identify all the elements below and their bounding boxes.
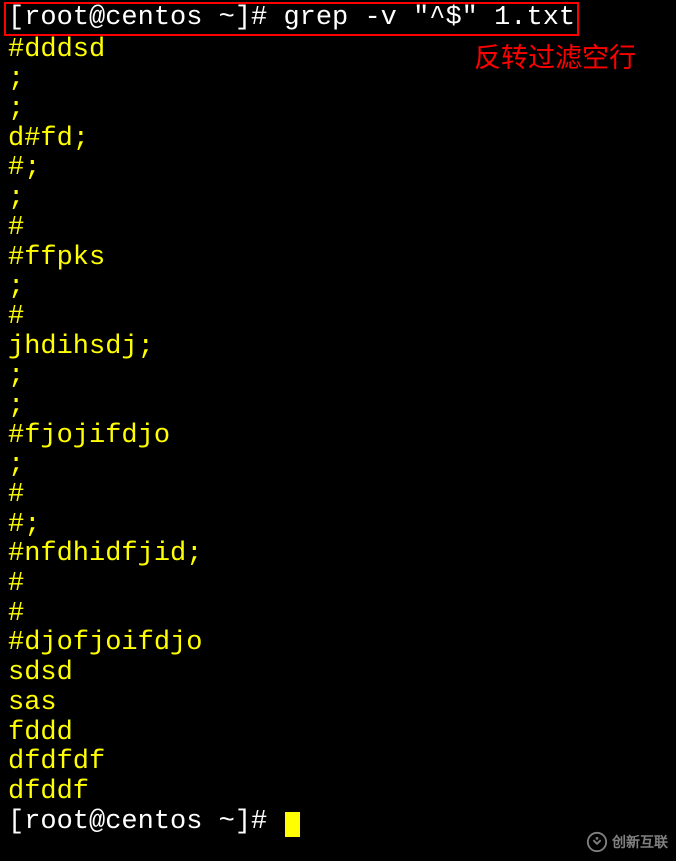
command-text: grep -v "^$" 1.txt (283, 3, 575, 33)
watermark: 创新互联 (586, 831, 668, 853)
output-line: sas (8, 689, 668, 719)
output-line: ; (8, 95, 668, 125)
watermark-icon (586, 831, 608, 853)
output-line: #; (8, 511, 668, 541)
output-line: dfdfdf (8, 748, 668, 778)
terminal-output: #dddsd;;d#fd;#;;##ffpks;#jhdihsdj;;;#fjo… (8, 36, 668, 808)
output-line: dfddf (8, 778, 668, 808)
output-line: # (8, 303, 668, 333)
output-line: #nfdhidfjid; (8, 540, 668, 570)
output-line: # (8, 570, 668, 600)
output-line: d#fd; (8, 125, 668, 155)
output-line: # (8, 600, 668, 630)
watermark-text: 创新互联 (612, 832, 668, 852)
output-line: #; (8, 154, 668, 184)
output-line: #ffpks (8, 244, 668, 274)
annotation-label: 反转过滤空行 (474, 36, 636, 75)
prompt-text: [root@centos ~]# (8, 807, 283, 837)
output-line: ; (8, 362, 668, 392)
output-line: ; (8, 273, 668, 303)
output-line: # (8, 214, 668, 244)
output-line: sdsd (8, 659, 668, 689)
output-line: #fjojifdjo (8, 422, 668, 452)
terminal-cursor (285, 812, 300, 837)
output-line: #djofjoifdjo (8, 629, 668, 659)
output-line: ; (8, 184, 668, 214)
output-line: fddd (8, 719, 668, 749)
output-line: ; (8, 392, 668, 422)
output-line: ; (8, 451, 668, 481)
output-line: # (8, 481, 668, 511)
prompt-line: [root@centos ~]# (8, 808, 668, 838)
terminal-window[interactable]: [root@centos ~]# grep -v "^$" 1.txt #ddd… (0, 0, 676, 861)
command-line-highlighted: [root@centos ~]# grep -v "^$" 1.txt (8, 2, 668, 36)
prompt-prefix: [root@centos ~]# (8, 3, 283, 33)
output-line: jhdihsdj; (8, 333, 668, 363)
